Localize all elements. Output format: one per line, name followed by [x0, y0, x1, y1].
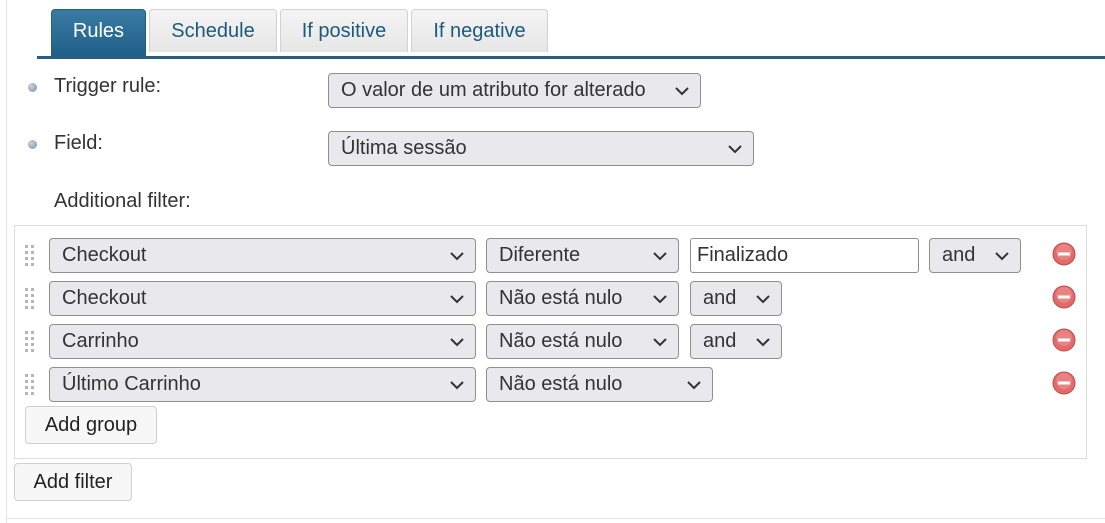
filter-connector-select[interactable]: and: [929, 238, 1021, 273]
filter-field-value: Checkout: [62, 244, 147, 266]
add-group-button[interactable]: Add group: [25, 406, 157, 444]
field-label: Field:: [54, 132, 103, 154]
tab-underline: [37, 56, 1105, 59]
chevron-down-icon: [994, 248, 1010, 264]
chevron-down-icon: [727, 141, 743, 157]
drag-handle-icon[interactable]: [24, 330, 36, 354]
trigger-rule-select[interactable]: O valor de um atributo for alterado: [328, 73, 701, 108]
drag-handle-icon[interactable]: [24, 373, 36, 397]
tab-if-negative[interactable]: If negative: [411, 9, 548, 52]
chevron-down-icon: [755, 291, 771, 307]
filter-operator-value: Não está nulo: [499, 287, 623, 309]
filter-connector-select[interactable]: and: [690, 281, 782, 316]
filter-operator-select[interactable]: Diferente: [486, 238, 679, 273]
filter-field-select[interactable]: Último Carrinho: [49, 367, 476, 402]
filter-field-value: Carrinho: [62, 330, 139, 352]
trigger-rule-label: Trigger rule:: [54, 75, 162, 97]
drag-handle-icon[interactable]: [24, 244, 36, 268]
filter-connector-value: and: [703, 330, 737, 352]
chevron-down-icon: [674, 83, 690, 99]
field-value: Última sessão: [341, 137, 467, 159]
remove-filter-icon[interactable]: [1052, 242, 1076, 266]
additional-filter-label: Additional filter:: [54, 190, 191, 212]
filter-operator-select[interactable]: Não está nulo: [486, 324, 679, 359]
chevron-down-icon: [652, 291, 668, 307]
filter-field-value: Checkout: [62, 287, 147, 309]
chevron-down-icon: [449, 248, 465, 264]
panel-left-border: [6, 0, 7, 523]
bullet-icon: [28, 83, 37, 92]
chevron-down-icon: [449, 291, 465, 307]
tab-rules[interactable]: Rules: [51, 9, 146, 56]
bullet-icon: [28, 140, 37, 149]
trigger-rule-value: O valor de um atributo for alterado: [341, 79, 646, 101]
tab-schedule[interactable]: Schedule: [149, 9, 277, 52]
chevron-down-icon: [755, 334, 771, 350]
remove-filter-icon[interactable]: [1052, 328, 1076, 352]
filter-field-select[interactable]: Checkout: [49, 281, 476, 316]
chevron-down-icon: [686, 377, 702, 393]
remove-filter-icon[interactable]: [1052, 285, 1076, 309]
tab-if-positive[interactable]: If positive: [280, 9, 408, 52]
filter-value-input[interactable]: Finalizado: [690, 238, 919, 273]
filter-field-value: Último Carrinho: [62, 373, 201, 395]
field-select[interactable]: Última sessão: [328, 131, 754, 166]
remove-filter-icon[interactable]: [1052, 371, 1076, 395]
filter-field-select[interactable]: Checkout: [49, 238, 476, 273]
drag-handle-icon[interactable]: [24, 287, 36, 311]
panel-bottom-border: [6, 518, 1105, 519]
filter-connector-select[interactable]: and: [690, 324, 782, 359]
filter-operator-value: Diferente: [499, 244, 581, 266]
add-filter-button[interactable]: Add filter: [14, 463, 132, 501]
filter-connector-value: and: [942, 244, 976, 266]
filter-field-select[interactable]: Carrinho: [49, 324, 476, 359]
filter-connector-value: and: [703, 287, 737, 309]
filter-operator-value: Não está nulo: [499, 373, 623, 395]
chevron-down-icon: [652, 334, 668, 350]
filter-operator-select[interactable]: Não está nulo: [486, 281, 679, 316]
chevron-down-icon: [652, 248, 668, 264]
filter-operator-value: Não está nulo: [499, 330, 623, 352]
chevron-down-icon: [449, 377, 465, 393]
chevron-down-icon: [449, 334, 465, 350]
filter-operator-select[interactable]: Não está nulo: [486, 367, 713, 402]
